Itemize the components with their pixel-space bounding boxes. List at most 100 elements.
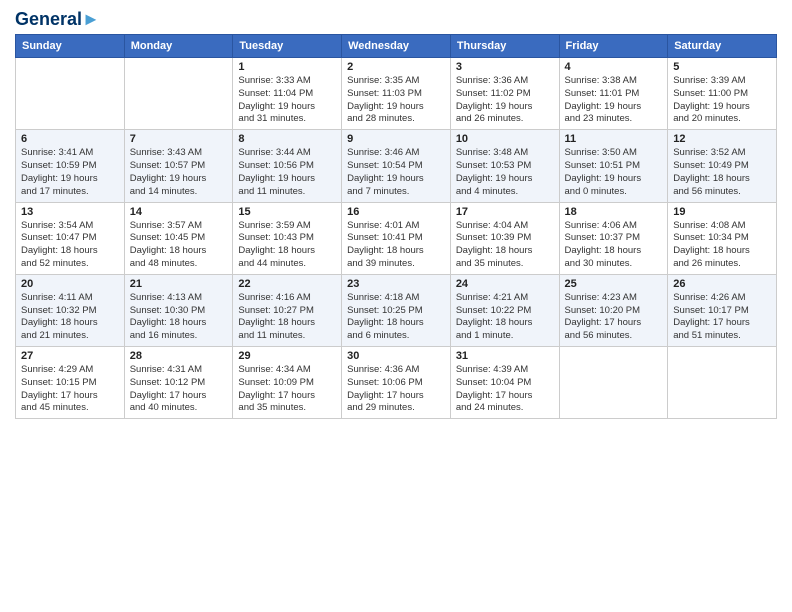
calendar-cell: 3 Sunrise: 3:36 AM Sunset: 11:02 PM Dayli…	[450, 58, 559, 130]
logo: General►	[15, 10, 100, 28]
day-info: Sunrise: 4:29 AM Sunset: 10:15 PM Daylig…	[21, 364, 119, 415]
calendar-cell: 15 Sunrise: 3:59 AM Sunset: 10:43 PM Dayl…	[233, 202, 342, 274]
calendar-cell	[668, 347, 777, 419]
day-number: 4	[565, 61, 663, 73]
day-info: Sunrise: 3:46 AM Sunset: 10:54 PM Daylig…	[347, 147, 445, 198]
day-info: Sunrise: 3:35 AM Sunset: 11:03 PM Daylig…	[347, 75, 445, 126]
week-row-4: 20Sunrise: 4:11 AM Sunset: 10:32 PM Dayl…	[16, 274, 777, 346]
day-info: Sunrise: 3:59 AM Sunset: 10:43 PM Daylig…	[238, 220, 336, 271]
day-number: 19	[673, 206, 771, 218]
weekday-header-wednesday: Wednesday	[342, 35, 451, 58]
day-info: Sunrise: 4:39 AM Sunset: 10:04 PM Daylig…	[456, 364, 554, 415]
day-number: 13	[21, 206, 119, 218]
calendar-cell: 8 Sunrise: 3:44 AM Sunset: 10:56 PM Dayli…	[233, 130, 342, 202]
weekday-header-row: SundayMondayTuesdayWednesdayThursdayFrid…	[16, 35, 777, 58]
day-number: 16	[347, 206, 445, 218]
calendar-cell: 25 Sunrise: 4:23 AM Sunset: 10:20 PM Dayl…	[559, 274, 668, 346]
week-row-5: 27Sunrise: 4:29 AM Sunset: 10:15 PM Dayl…	[16, 347, 777, 419]
day-number: 9	[347, 133, 445, 145]
day-number: 30	[347, 350, 445, 362]
day-info: Sunrise: 4:06 AM Sunset: 10:37 PM Daylig…	[565, 220, 663, 271]
calendar-cell: 14 Sunrise: 3:57 AM Sunset: 10:45 PM Dayl…	[124, 202, 233, 274]
calendar-cell: 16 Sunrise: 4:01 AM Sunset: 10:41 PM Dayl…	[342, 202, 451, 274]
weekday-header-thursday: Thursday	[450, 35, 559, 58]
day-number: 10	[456, 133, 554, 145]
calendar-cell	[16, 58, 125, 130]
calendar-cell: 24 Sunrise: 4:21 AM Sunset: 10:22 PM Dayl…	[450, 274, 559, 346]
day-info: Sunrise: 4:34 AM Sunset: 10:09 PM Daylig…	[238, 364, 336, 415]
calendar-cell: 12Sunrise: 3:52 AM Sunset: 10:49 PM Dayl…	[668, 130, 777, 202]
calendar-cell: 19 Sunrise: 4:08 AM Sunset: 10:34 PM Dayl…	[668, 202, 777, 274]
calendar-cell: 9 Sunrise: 3:46 AM Sunset: 10:54 PM Dayli…	[342, 130, 451, 202]
day-number: 7	[130, 133, 228, 145]
calendar: SundayMondayTuesdayWednesdayThursdayFrid…	[15, 34, 777, 419]
calendar-cell: 22Sunrise: 4:16 AM Sunset: 10:27 PM Dayl…	[233, 274, 342, 346]
day-info: Sunrise: 4:26 AM Sunset: 10:17 PM Daylig…	[673, 292, 771, 343]
calendar-cell: 26 Sunrise: 4:26 AM Sunset: 10:17 PM Dayl…	[668, 274, 777, 346]
day-info: Sunrise: 4:13 AM Sunset: 10:30 PM Daylig…	[130, 292, 228, 343]
calendar-cell: 5Sunrise: 3:39 AM Sunset: 11:00 PM Dayli…	[668, 58, 777, 130]
logo-general: General►	[15, 10, 100, 28]
weekday-header-sunday: Sunday	[16, 35, 125, 58]
calendar-cell: 28 Sunrise: 4:31 AM Sunset: 10:12 PM Dayl…	[124, 347, 233, 419]
page: General► SundayMondayTuesdayWednesdayThu…	[0, 0, 792, 612]
calendar-cell: 11 Sunrise: 3:50 AM Sunset: 10:51 PM Dayl…	[559, 130, 668, 202]
day-info: Sunrise: 4:18 AM Sunset: 10:25 PM Daylig…	[347, 292, 445, 343]
calendar-cell	[124, 58, 233, 130]
calendar-cell: 2 Sunrise: 3:35 AM Sunset: 11:03 PM Dayli…	[342, 58, 451, 130]
day-info: Sunrise: 4:31 AM Sunset: 10:12 PM Daylig…	[130, 364, 228, 415]
day-info: Sunrise: 4:11 AM Sunset: 10:32 PM Daylig…	[21, 292, 119, 343]
weekday-header-monday: Monday	[124, 35, 233, 58]
day-number: 8	[238, 133, 336, 145]
day-info: Sunrise: 3:54 AM Sunset: 10:47 PM Daylig…	[21, 220, 119, 271]
calendar-cell: 1Sunrise: 3:33 AM Sunset: 11:04 PM Dayli…	[233, 58, 342, 130]
calendar-cell: 7 Sunrise: 3:43 AM Sunset: 10:57 PM Dayli…	[124, 130, 233, 202]
day-number: 18	[565, 206, 663, 218]
day-number: 21	[130, 278, 228, 290]
calendar-cell: 20Sunrise: 4:11 AM Sunset: 10:32 PM Dayl…	[16, 274, 125, 346]
day-number: 25	[565, 278, 663, 290]
calendar-cell: 31 Sunrise: 4:39 AM Sunset: 10:04 PM Dayl…	[450, 347, 559, 419]
day-number: 15	[238, 206, 336, 218]
calendar-cell	[559, 347, 668, 419]
calendar-cell: 17Sunrise: 4:04 AM Sunset: 10:39 PM Dayl…	[450, 202, 559, 274]
day-number: 31	[456, 350, 554, 362]
weekday-header-friday: Friday	[559, 35, 668, 58]
day-number: 26	[673, 278, 771, 290]
weekday-header-tuesday: Tuesday	[233, 35, 342, 58]
day-number: 12	[673, 133, 771, 145]
day-info: Sunrise: 3:50 AM Sunset: 10:51 PM Daylig…	[565, 147, 663, 198]
day-info: Sunrise: 3:43 AM Sunset: 10:57 PM Daylig…	[130, 147, 228, 198]
day-info: Sunrise: 3:36 AM Sunset: 11:02 PM Daylig…	[456, 75, 554, 126]
day-info: Sunrise: 3:48 AM Sunset: 10:53 PM Daylig…	[456, 147, 554, 198]
day-number: 2	[347, 61, 445, 73]
day-number: 14	[130, 206, 228, 218]
day-info: Sunrise: 4:23 AM Sunset: 10:20 PM Daylig…	[565, 292, 663, 343]
calendar-cell: 21 Sunrise: 4:13 AM Sunset: 10:30 PM Dayl…	[124, 274, 233, 346]
day-info: Sunrise: 4:04 AM Sunset: 10:39 PM Daylig…	[456, 220, 554, 271]
header: General►	[15, 10, 777, 28]
calendar-cell: 10 Sunrise: 3:48 AM Sunset: 10:53 PM Dayl…	[450, 130, 559, 202]
day-info: Sunrise: 4:01 AM Sunset: 10:41 PM Daylig…	[347, 220, 445, 271]
day-info: Sunrise: 3:38 AM Sunset: 11:01 PM Daylig…	[565, 75, 663, 126]
day-info: Sunrise: 3:44 AM Sunset: 10:56 PM Daylig…	[238, 147, 336, 198]
weekday-header-saturday: Saturday	[668, 35, 777, 58]
day-info: Sunrise: 3:39 AM Sunset: 11:00 PM Daylig…	[673, 75, 771, 126]
day-number: 11	[565, 133, 663, 145]
calendar-cell: 6Sunrise: 3:41 AM Sunset: 10:59 PM Dayli…	[16, 130, 125, 202]
week-row-2: 6Sunrise: 3:41 AM Sunset: 10:59 PM Dayli…	[16, 130, 777, 202]
day-info: Sunrise: 4:08 AM Sunset: 10:34 PM Daylig…	[673, 220, 771, 271]
day-info: Sunrise: 4:21 AM Sunset: 10:22 PM Daylig…	[456, 292, 554, 343]
calendar-cell: 18 Sunrise: 4:06 AM Sunset: 10:37 PM Dayl…	[559, 202, 668, 274]
day-info: Sunrise: 4:36 AM Sunset: 10:06 PM Daylig…	[347, 364, 445, 415]
day-number: 24	[456, 278, 554, 290]
week-row-1: 1Sunrise: 3:33 AM Sunset: 11:04 PM Dayli…	[16, 58, 777, 130]
day-number: 23	[347, 278, 445, 290]
day-number: 6	[21, 133, 119, 145]
day-info: Sunrise: 4:16 AM Sunset: 10:27 PM Daylig…	[238, 292, 336, 343]
day-number: 3	[456, 61, 554, 73]
day-info: Sunrise: 3:57 AM Sunset: 10:45 PM Daylig…	[130, 220, 228, 271]
calendar-cell: 30 Sunrise: 4:36 AM Sunset: 10:06 PM Dayl…	[342, 347, 451, 419]
calendar-cell: 4 Sunrise: 3:38 AM Sunset: 11:01 PM Dayli…	[559, 58, 668, 130]
day-number: 28	[130, 350, 228, 362]
